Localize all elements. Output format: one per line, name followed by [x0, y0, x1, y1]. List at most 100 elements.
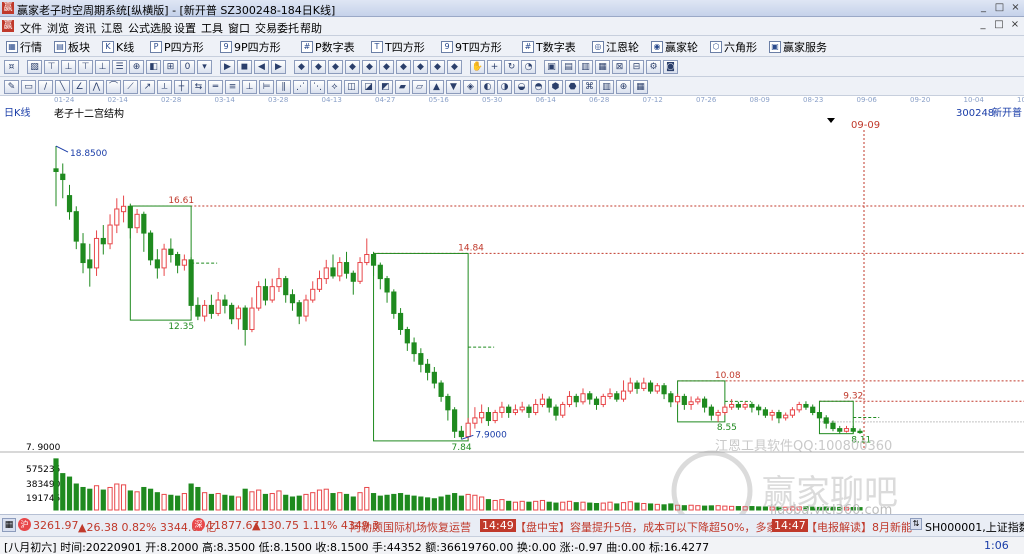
draw-up-icon[interactable]: ▲: [429, 80, 444, 94]
child-restore-button[interactable]: □: [992, 19, 1006, 33]
draw-arrow-icon[interactable]: ↗: [140, 80, 155, 94]
draw-fan1-icon[interactable]: ⋰: [293, 80, 308, 94]
menu-tools[interactable]: 工具: [201, 20, 223, 36]
toolbar-9t-square-button[interactable]: 9 9T四方形: [441, 39, 502, 54]
tool-monitor-icon[interactable]: ◙: [663, 60, 678, 74]
tool-pie-icon[interactable]: ◔: [521, 60, 536, 74]
menu-window[interactable]: 窗口: [228, 20, 250, 36]
draw-diag-icon[interactable]: ╲: [55, 80, 70, 94]
draw-base-icon[interactable]: ⊥: [242, 80, 257, 94]
menu-help[interactable]: 帮助: [300, 20, 322, 36]
tool-diamond2-icon[interactable]: ◆: [311, 60, 326, 74]
tool-diamond3-icon[interactable]: ◆: [328, 60, 343, 74]
maximize-button[interactable]: □: [992, 1, 1007, 15]
tool-save-icon[interactable]: ⊠: [612, 60, 627, 74]
toolbar-t-square-button[interactable]: T T四方形: [371, 39, 425, 54]
tool-cross-icon[interactable]: +: [487, 60, 502, 74]
draw-hex2-icon[interactable]: ⬣: [565, 80, 580, 94]
tool-grid-icon[interactable]: ⊞: [163, 60, 178, 74]
toolbar-9p-square-button[interactable]: 9 9P四方形: [220, 39, 281, 54]
grid-icon[interactable]: ▦: [2, 518, 16, 532]
draw-cross-icon[interactable]: ┼: [174, 80, 189, 94]
tool-next-icon[interactable]: ▶: [271, 60, 286, 74]
tool-diamond10-icon[interactable]: ◆: [447, 60, 462, 74]
draw-table-icon[interactable]: ▦: [633, 80, 648, 94]
tool-rotate-icon[interactable]: ↻: [504, 60, 519, 74]
draw-star-icon[interactable]: ⟡: [327, 80, 342, 94]
draw-double-icon[interactable]: ═: [208, 80, 223, 94]
kline-chart-svg[interactable]: 日K线 老子十二宫结构 300248 新开普 09-09 7. 9000 575…: [0, 106, 1024, 532]
tool-print-icon[interactable]: ⊟: [629, 60, 644, 74]
toolbar-hexagon-button[interactable]: ⬡ 六角形: [710, 39, 757, 54]
menu-gann[interactable]: 江恩: [101, 20, 123, 36]
scroll-toggle-icon[interactable]: ⇅: [910, 518, 922, 530]
tool-top-icon[interactable]: ⊤: [44, 60, 59, 74]
minimize-button[interactable]: _: [976, 1, 991, 15]
draw-line-icon[interactable]: /: [38, 80, 53, 94]
toolbar-kline-button[interactable]: K K线: [102, 39, 134, 54]
menu-file[interactable]: 文件: [20, 20, 42, 36]
menu-info[interactable]: 资讯: [74, 20, 96, 36]
close-button[interactable]: ×: [1008, 1, 1023, 15]
draw-down-icon[interactable]: ▼: [446, 80, 461, 94]
news-item-3[interactable]: 【电报解读】8月新能: [806, 519, 912, 535]
draw-triple-icon[interactable]: ≡: [225, 80, 240, 94]
tool-diamond6-icon[interactable]: ◆: [379, 60, 394, 74]
tool-top2-icon[interactable]: ⊤: [78, 60, 93, 74]
tool-box-icon[interactable]: ▧: [27, 60, 42, 74]
draw-mark-icon[interactable]: ◈: [463, 80, 478, 94]
toolbar-gann-wheel-button[interactable]: ◎ 江恩轮: [592, 39, 639, 54]
tool-diamond5-icon[interactable]: ◆: [362, 60, 377, 74]
toolbar-t-number-table-button[interactable]: # T数字表: [522, 39, 576, 54]
tool-hand-icon[interactable]: ✋: [470, 60, 485, 74]
tool-prev-icon[interactable]: ◀: [254, 60, 269, 74]
tool-down-icon[interactable]: ▾: [197, 60, 212, 74]
draw-cmd-icon[interactable]: ⌘: [582, 80, 597, 94]
tool-bottom2-icon[interactable]: ⊥: [95, 60, 110, 74]
toolbar-blocks-button[interactable]: ▤ 板块: [54, 39, 90, 54]
draw-gann-icon[interactable]: ⊨: [259, 80, 274, 94]
tool-diamond1-icon[interactable]: ◆: [294, 60, 309, 74]
draw-c3-icon[interactable]: ◒: [514, 80, 529, 94]
toolbar-p-number-table-button[interactable]: # P数字表: [301, 39, 355, 54]
draw-pen-icon[interactable]: ✎: [4, 80, 19, 94]
right-index-label[interactable]: SH000001,上证指数: [925, 519, 1024, 535]
tool-frame-icon[interactable]: ▣: [544, 60, 559, 74]
draw-c4-icon[interactable]: ◓: [531, 80, 546, 94]
draw-perp-icon[interactable]: ⟂: [157, 80, 172, 94]
draw-arc-icon[interactable]: ⌒: [106, 80, 121, 94]
tool-diamond9-icon[interactable]: ◆: [430, 60, 445, 74]
draw-rect-icon[interactable]: ▭: [21, 80, 36, 94]
tool-list2-icon[interactable]: ▥: [578, 60, 593, 74]
tool-lines-icon[interactable]: ☰: [112, 60, 127, 74]
draw-ray-icon[interactable]: ⟋: [123, 80, 138, 94]
draw-globe-icon[interactable]: ⊕: [616, 80, 631, 94]
tool-diamond4-icon[interactable]: ◆: [345, 60, 360, 74]
tool-list1-icon[interactable]: ▤: [561, 60, 576, 74]
draw-c2-icon[interactable]: ◑: [497, 80, 512, 94]
draw-hex1-icon[interactable]: ⬢: [548, 80, 563, 94]
draw-parallel-icon[interactable]: ∥: [276, 80, 291, 94]
tool-diamond8-icon[interactable]: ◆: [413, 60, 428, 74]
tool-zero-icon[interactable]: 0: [180, 60, 195, 74]
tool-list3-icon[interactable]: ▦: [595, 60, 610, 74]
draw-swap-icon[interactable]: ⇆: [191, 80, 206, 94]
tool-bottom-icon[interactable]: ⊥: [61, 60, 76, 74]
menu-browse[interactable]: 浏览: [47, 20, 69, 36]
draw-c1-icon[interactable]: ◐: [480, 80, 495, 94]
draw-angle-icon[interactable]: ∠: [72, 80, 87, 94]
draw-win2-icon[interactable]: ◪: [361, 80, 376, 94]
tool-gear-icon[interactable]: ⚙: [646, 60, 661, 74]
child-minimize-button[interactable]: _: [976, 19, 990, 33]
draw-win3-icon[interactable]: ◩: [378, 80, 393, 94]
news-item-1[interactable]: 阿勒颇国际机场恢复运营: [350, 519, 471, 535]
tool-half-icon[interactable]: ◧: [146, 60, 161, 74]
menu-settings[interactable]: 设置: [174, 20, 196, 36]
toolbar-service-button[interactable]: ▣ 赢家服务: [769, 39, 827, 54]
tool-stop-icon[interactable]: ◼: [237, 60, 252, 74]
sh-index-value[interactable]: 3261.97: [33, 519, 79, 532]
draw-bar2-icon[interactable]: ▱: [412, 80, 427, 94]
news-item-2[interactable]: 【盘中宝】容量提升5倍，成本可以下降超50%，多家: [515, 519, 777, 535]
menu-formula-select[interactable]: 公式选股: [128, 20, 172, 36]
toolbar-p-square-button[interactable]: P P四方形: [150, 39, 204, 54]
